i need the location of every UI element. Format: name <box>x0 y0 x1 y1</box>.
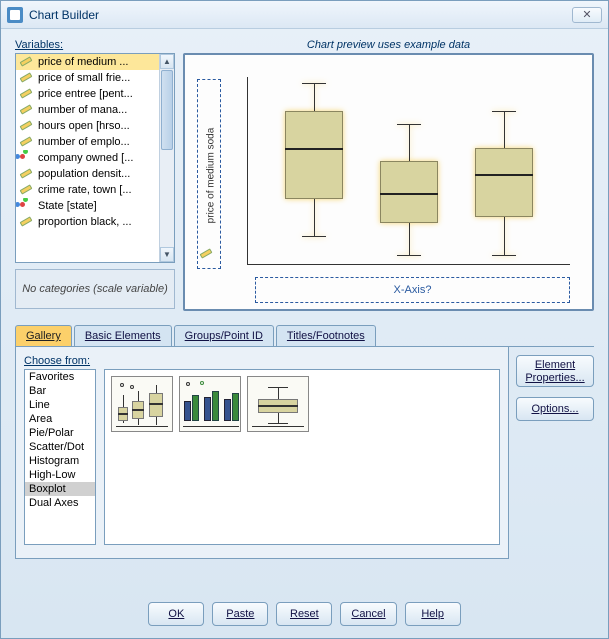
variable-item[interactable]: price of medium ... <box>16 54 159 70</box>
tab-titles-footnotes[interactable]: Titles/Footnotes <box>276 325 376 346</box>
variable-item[interactable]: price of small frie... <box>16 70 159 86</box>
preview-column: Chart preview uses example data price of… <box>183 39 594 311</box>
preview-label: Chart preview uses example data <box>183 39 594 51</box>
variable-item[interactable]: State [state] <box>16 198 159 214</box>
boxplot-element[interactable] <box>285 77 343 264</box>
cancel-button[interactable]: Cancel <box>340 602 396 626</box>
variables-label: Variables: <box>15 39 175 51</box>
scale-icon <box>20 71 34 85</box>
chart-type-item[interactable]: Dual Axes <box>25 496 95 510</box>
tabs-row: GalleryBasic ElementsGroups/Point IDTitl… <box>15 325 594 347</box>
variables-column: Variables: price of medium ... price of s… <box>15 39 175 311</box>
variable-label: crime rate, town [... <box>38 184 132 196</box>
content-area: Variables: price of medium ... price of s… <box>1 29 608 569</box>
scroll-up-icon[interactable]: ▲ <box>160 54 174 69</box>
tab-basic-elements[interactable]: Basic Elements <box>74 325 172 346</box>
reset-button[interactable]: Reset <box>276 602 332 626</box>
chart-type-list[interactable]: FavoritesBarLineAreaPie/PolarScatter/Dot… <box>24 369 96 545</box>
help-button[interactable]: Help <box>405 602 461 626</box>
variable-label: price of small frie... <box>38 72 130 84</box>
chart-type-item[interactable]: Scatter/Dot <box>25 440 95 454</box>
boxplot-element[interactable] <box>380 77 438 264</box>
boxplot-1d-thumb[interactable] <box>247 376 309 432</box>
close-button[interactable]: ✕ <box>572 7 602 23</box>
scale-icon <box>20 183 34 197</box>
gallery-panel: Choose from: FavoritesBarLineAreaPie/Pol… <box>15 347 509 559</box>
element-properties-button[interactable]: Element Properties... <box>516 355 594 387</box>
gallery-row: FavoritesBarLineAreaPie/PolarScatter/Dot… <box>24 369 500 545</box>
tab-groups-point-id[interactable]: Groups/Point ID <box>174 325 274 346</box>
scale-icon <box>20 135 34 149</box>
scale-icon <box>20 55 34 69</box>
variable-item[interactable]: hours open [hrso... <box>16 118 159 134</box>
nominal-icon <box>20 199 34 213</box>
chart-type-item[interactable]: Area <box>25 412 95 426</box>
chart-preview[interactable]: price of medium soda X-Axis? <box>183 53 594 311</box>
scale-icon <box>20 215 34 229</box>
scale-icon <box>20 119 34 133</box>
window-title: Chart Builder <box>29 8 572 22</box>
variable-label: price of medium ... <box>38 56 128 68</box>
chart-type-item[interactable]: Pie/Polar <box>25 426 95 440</box>
scrollbar[interactable]: ▲ ▼ <box>159 54 174 262</box>
options-button[interactable]: Options... <box>516 397 594 421</box>
variable-item[interactable]: price entree [pent... <box>16 86 159 102</box>
bottom-buttons: OK Paste Reset Cancel Help <box>1 602 608 626</box>
chart-type-item[interactable]: Line <box>25 398 95 412</box>
nominal-icon <box>20 151 34 165</box>
boxplot-simple-thumb[interactable] <box>111 376 173 432</box>
variable-label: proportion black, ... <box>38 216 132 228</box>
ok-button[interactable]: OK <box>148 602 204 626</box>
variable-label: price entree [pent... <box>38 88 133 100</box>
scale-icon <box>20 87 34 101</box>
scroll-down-icon[interactable]: ▼ <box>160 247 174 262</box>
chart-type-item[interactable]: High-Low <box>25 468 95 482</box>
chart-builder-window: Chart Builder ✕ Variables: price of medi… <box>0 0 609 639</box>
variable-item[interactable]: company owned [... <box>16 150 159 166</box>
tab-gallery[interactable]: Gallery <box>15 325 72 346</box>
no-categories-label: No categories (scale variable) <box>22 283 168 295</box>
variable-label: number of emplo... <box>38 136 130 148</box>
top-row: Variables: price of medium ... price of s… <box>15 39 594 311</box>
boxplot-element[interactable] <box>475 77 533 264</box>
variable-label: population densit... <box>38 168 130 180</box>
side-buttons: Element Properties... Options... <box>516 355 594 431</box>
scroll-thumb[interactable] <box>161 70 173 150</box>
choose-from-label: Choose from: <box>24 355 500 367</box>
variables-list[interactable]: price of medium ... price of small frie..… <box>15 53 175 263</box>
chart-type-item[interactable]: Boxplot <box>25 482 95 496</box>
app-icon <box>7 7 23 23</box>
variable-item[interactable]: crime rate, town [... <box>16 182 159 198</box>
scale-icon <box>20 167 34 181</box>
plot-area <box>247 77 570 265</box>
gallery-thumbnails <box>104 369 500 545</box>
chart-type-item[interactable]: Favorites <box>25 370 95 384</box>
variable-item[interactable]: population densit... <box>16 166 159 182</box>
variable-item[interactable]: proportion black, ... <box>16 214 159 230</box>
variable-item[interactable]: number of mana... <box>16 102 159 118</box>
variable-label: hours open [hrso... <box>38 120 130 132</box>
chart-type-item[interactable]: Histogram <box>25 454 95 468</box>
variable-label: State [state] <box>38 200 97 212</box>
paste-button[interactable]: Paste <box>212 602 268 626</box>
close-icon: ✕ <box>582 8 591 21</box>
categories-box: No categories (scale variable) <box>15 269 175 309</box>
variable-label: number of mana... <box>38 104 127 116</box>
x-axis-dropzone[interactable]: X-Axis? <box>255 277 570 303</box>
y-axis-label: price of medium soda <box>206 116 217 236</box>
variable-item[interactable]: number of emplo... <box>16 134 159 150</box>
titlebar: Chart Builder ✕ <box>1 1 608 29</box>
boxplot-clustered-thumb[interactable] <box>179 376 241 432</box>
ruler-icon <box>200 247 212 259</box>
x-axis-label: X-Axis? <box>394 284 432 296</box>
chart-type-item[interactable]: Bar <box>25 384 95 398</box>
variable-label: company owned [... <box>38 152 133 164</box>
scale-icon <box>20 103 34 117</box>
